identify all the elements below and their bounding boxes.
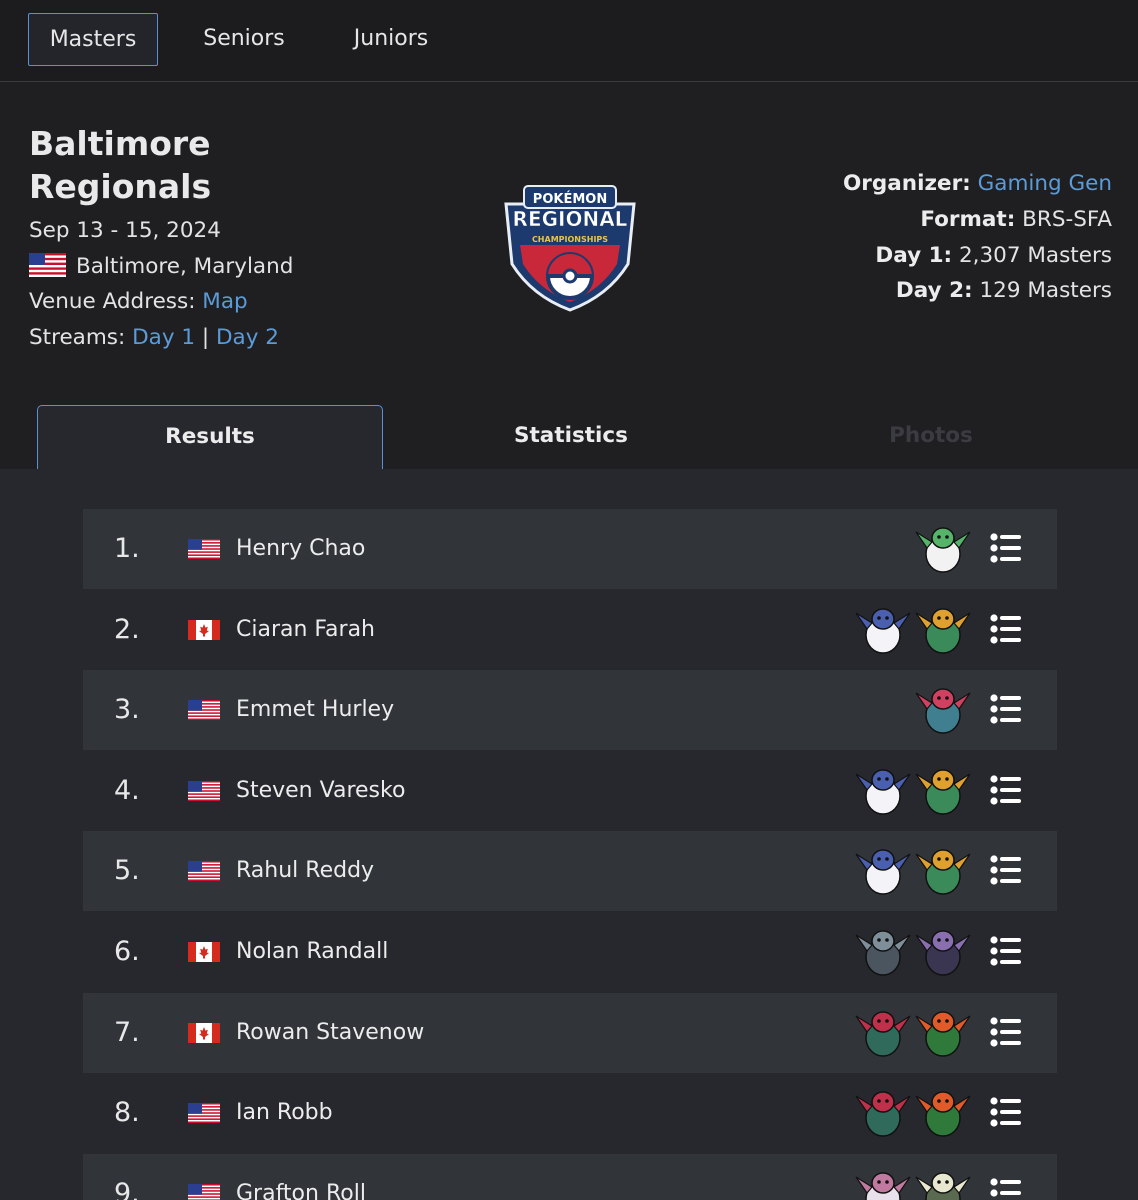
ogerpon-sprite-icon — [915, 1091, 971, 1137]
stream-day2-link[interactable]: Day 2 — [216, 325, 279, 350]
decklist-icon[interactable] — [990, 855, 1022, 885]
decklist-icon[interactable] — [990, 1178, 1022, 1200]
logo-text-mid: REGIONAL — [513, 207, 628, 231]
result-row[interactable]: 2. Ciaran Farah — [83, 590, 1057, 670]
result-row[interactable]: 7. Rowan Stavenow — [83, 992, 1057, 1073]
location-text: Baltimore, Maryland — [76, 254, 294, 279]
tab-statistics[interactable]: Statistics — [398, 405, 744, 469]
ca-flag-icon — [188, 1022, 220, 1043]
decklist-icon[interactable] — [990, 613, 1022, 644]
decklist-icon[interactable] — [990, 1016, 1022, 1047]
tab-seniors[interactable]: Seniors — [176, 13, 312, 66]
result-row[interactable]: 3. Emmet Hurley — [83, 670, 1057, 751]
player-name[interactable]: Emmet Hurley — [236, 670, 394, 750]
day2-count: Day 2: 129 Masters — [692, 276, 1112, 306]
noivern-sprite-icon — [915, 930, 971, 976]
us-flag-icon — [29, 253, 66, 277]
tab-results[interactable]: Results — [37, 405, 383, 469]
day1-value: 2,307 Masters — [958, 243, 1112, 268]
palkia-origin-sprite-icon — [855, 1172, 911, 1200]
player-name[interactable]: Steven Varesko — [236, 751, 405, 831]
decklist-icon[interactable] — [990, 533, 1022, 563]
roaring-moon-sprite-icon — [855, 1091, 911, 1137]
day2-value: 129 Masters — [979, 278, 1113, 303]
roaring-moon-sprite-icon — [855, 1010, 911, 1057]
placement-rank: 4. — [114, 774, 140, 806]
lugia-sprite-icon — [855, 849, 911, 896]
results-panel: 1. Henry Chao 2. Ciaran Farah 3. Emmet Hurley… — [0, 469, 1138, 1200]
us-flag-icon — [188, 700, 220, 721]
placement-rank: 9. — [114, 1177, 140, 1200]
hawlucha-sprite-icon — [915, 607, 971, 654]
format: Format: BRS-SFA — [692, 205, 1112, 235]
regional-championships-logo: POKÉMON REGIONAL CHAMPIONSHIPS — [504, 185, 636, 312]
venue-address: Venue Address: Map — [29, 287, 248, 317]
format-label: Format: — [920, 207, 1016, 232]
event-location: Baltimore, Maryland — [29, 252, 293, 282]
venue-label: Venue Address: — [29, 289, 196, 314]
ogerpon-sprite-icon — [915, 1010, 971, 1057]
division-tabs: Masters Seniors Juniors — [0, 0, 1138, 82]
hawlucha-sprite-icon — [915, 849, 971, 896]
lugia-sprite-icon — [855, 607, 911, 654]
lugia-sprite-icon — [855, 769, 911, 815]
player-name[interactable]: Ciaran Farah — [236, 590, 375, 670]
hawlucha-sprite-icon — [915, 769, 971, 815]
placement-rank: 1. — [114, 533, 140, 564]
bronzong-sprite-icon — [915, 1172, 971, 1200]
day2-label: Day 2: — [895, 278, 973, 303]
ca-flag-icon — [188, 942, 220, 962]
streams: Streams: Day 1 | Day 2 — [29, 323, 279, 353]
result-row[interactable]: 4. Steven Varesko — [83, 751, 1057, 831]
decklist-icon[interactable] — [990, 936, 1022, 966]
organizer-label: Organizer: — [843, 171, 971, 196]
us-flag-icon — [188, 780, 220, 801]
placement-rank: 6. — [114, 936, 140, 967]
decklist-icon[interactable] — [990, 775, 1022, 805]
tab-masters[interactable]: Masters — [28, 13, 158, 66]
us-flag-icon — [188, 1183, 220, 1200]
placement-rank: 3. — [114, 694, 140, 726]
decklist-icon[interactable] — [990, 1097, 1022, 1127]
us-flag-icon — [188, 539, 220, 559]
gardevoir-sprite-icon — [915, 527, 971, 573]
player-name[interactable]: Henry Chao — [236, 509, 365, 589]
player-name[interactable]: Ian Robb — [236, 1073, 333, 1153]
result-row[interactable]: 6. Nolan Randall — [83, 912, 1057, 992]
day1-label: Day 1: — [875, 243, 953, 268]
placement-rank: 5. — [114, 855, 140, 887]
placement-rank: 2. — [114, 613, 140, 645]
logo-text-top: POKÉMON — [533, 191, 607, 207]
placement-rank: 8. — [114, 1097, 140, 1129]
result-row[interactable]: 5. Rahul Reddy — [83, 831, 1057, 912]
ca-flag-icon — [188, 619, 220, 640]
placement-rank: 7. — [114, 1016, 140, 1048]
player-name[interactable]: Rahul Reddy — [236, 831, 374, 911]
result-row[interactable]: 9. Grafton Roll — [83, 1153, 1057, 1200]
streams-label: Streams: — [29, 325, 126, 350]
event-title: Baltimore Regionals — [29, 124, 212, 206]
venue-map-link[interactable]: Map — [202, 289, 247, 314]
grimmsnarl-sprite-icon — [855, 930, 911, 976]
result-row[interactable]: 1. Henry Chao — [83, 509, 1057, 589]
logo-text-bottom: CHAMPIONSHIPS — [532, 235, 608, 244]
event-dates: Sep 13 - 15, 2024 — [29, 218, 221, 243]
format-value: BRS-SFA — [1022, 207, 1112, 232]
tab-photos: Photos — [889, 423, 973, 448]
streams-separator: | — [201, 325, 210, 350]
us-flag-icon — [188, 1103, 220, 1124]
us-flag-icon — [188, 861, 220, 882]
stream-day1-link[interactable]: Day 1 — [132, 325, 195, 350]
player-name[interactable]: Grafton Roll — [236, 1154, 366, 1200]
decklist-icon[interactable] — [990, 694, 1022, 724]
dragapult-sprite-icon — [915, 688, 971, 734]
result-row[interactable]: 8. Ian Robb — [83, 1073, 1057, 1153]
player-name[interactable]: Rowan Stavenow — [236, 993, 424, 1073]
organizer: Organizer: Gaming Gen — [692, 169, 1112, 199]
day1-count: Day 1: 2,307 Masters — [692, 241, 1112, 271]
organizer-link[interactable]: Gaming Gen — [978, 171, 1112, 196]
player-name[interactable]: Nolan Randall — [236, 912, 388, 992]
tab-juniors[interactable]: Juniors — [326, 13, 456, 66]
